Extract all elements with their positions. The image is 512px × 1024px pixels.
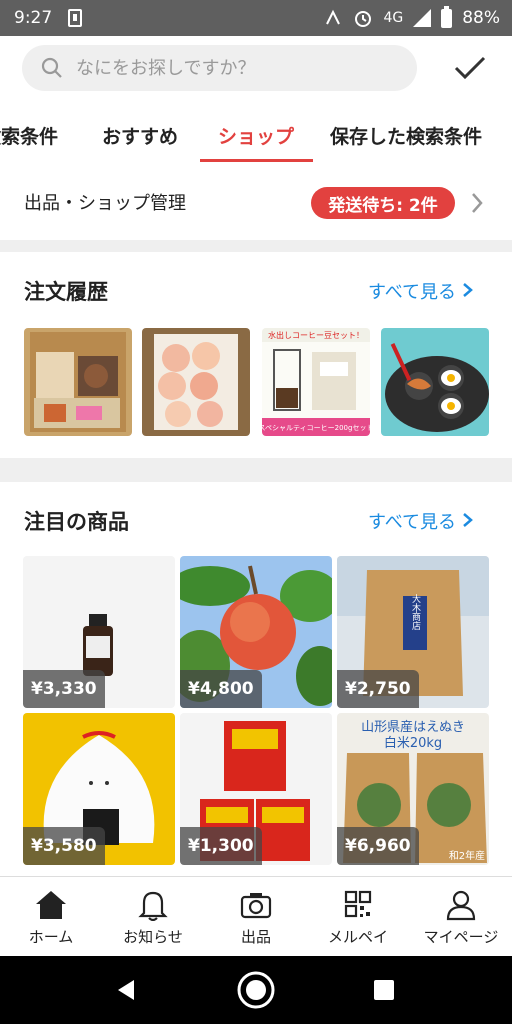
header: 検索条件 おすすめ ショップ 保存した検索条件	[0, 36, 512, 166]
back-icon[interactable]	[114, 978, 138, 1002]
shop-management-label: 出品・ショップ管理	[24, 193, 186, 214]
order-history-section: 注文履歴 すべて見る 水出しコーヒー豆セット！ スペシャルティコーヒー200gセ…	[0, 252, 512, 458]
home-icon	[36, 891, 66, 919]
person-icon	[446, 890, 476, 921]
status-time: 9:27	[14, 8, 53, 28]
qr-code-icon	[344, 890, 372, 918]
product-price: ¥1,300	[180, 827, 262, 865]
egg-pan-image	[381, 328, 489, 436]
see-all-label: すべて見る	[368, 282, 457, 303]
alarm-icon	[355, 11, 372, 27]
search-icon	[41, 57, 62, 78]
sack-label-text: 大木商店	[410, 593, 421, 631]
tab-bar: 検索条件 おすすめ ショップ 保存した検索条件	[0, 106, 512, 164]
rice-footnote: 和2年産	[449, 849, 485, 862]
order-thumbnail[interactable]: 水出しコーヒー豆セット！ スペシャルティコーヒー200gセット	[262, 328, 370, 436]
tab-saved-searches[interactable]: 保存した検索条件	[330, 122, 482, 149]
nav-sell[interactable]: 出品	[205, 877, 307, 957]
featured-see-all[interactable]: すべて見る	[368, 508, 474, 534]
nav-merpay-label: メルペイ	[327, 928, 388, 946]
nav-mypage[interactable]: マイページ	[410, 877, 512, 957]
peaches-image	[142, 328, 250, 436]
featured-items-section: 注目の商品 すべて見る ¥3,330 ¥4,800 大木商店 ¥2,750 ¥3…	[0, 482, 512, 876]
nav-mypage-label: マイページ	[423, 928, 499, 946]
nav-merpay[interactable]: メルペイ	[307, 877, 409, 957]
recents-icon[interactable]	[372, 978, 396, 1002]
product-card[interactable]: ¥3,580	[23, 713, 175, 865]
order-history-see-all[interactable]: すべて見る	[368, 278, 474, 304]
product-price: ¥3,330	[23, 670, 105, 708]
coffee-caption-top: 水出しコーヒー豆セット！	[268, 330, 364, 340]
featured-title: 注目の商品	[24, 510, 129, 534]
product-price: ¥2,750	[337, 670, 419, 708]
battery-percent: 88%	[462, 8, 500, 28]
chevron-right-icon	[462, 283, 473, 297]
product-card[interactable]: ¥1,300	[180, 713, 332, 865]
product-price: ¥4,800	[180, 670, 262, 708]
product-card[interactable]: ¥3,330	[23, 556, 175, 708]
tab-search-conditions[interactable]: 検索条件	[0, 122, 58, 149]
product-card[interactable]: 山形県産はえぬき 白米20kg 和2年産 ¥6,960	[337, 713, 489, 865]
shop-management-row[interactable]: 出品・ショップ管理 発送待ち: 2件	[0, 166, 512, 240]
snacks-image	[24, 328, 132, 436]
pending-shipment-badge: 発送待ち: 2件	[311, 187, 455, 219]
nav-notifications[interactable]: お知らせ	[102, 877, 204, 957]
search-bar[interactable]	[22, 45, 417, 91]
network-label: 4G	[383, 10, 404, 26]
see-all-label: すべて見る	[368, 512, 457, 533]
nav-home-label: ホーム	[28, 928, 74, 946]
battery-icon	[441, 5, 453, 28]
rice-caption-line-1: 山形県産はえぬき	[361, 719, 465, 735]
order-thumbnail[interactable]	[381, 328, 489, 436]
status-bar: 9:27 4G 88%	[0, 0, 512, 36]
nav-notifications-label: お知らせ	[123, 928, 183, 946]
chevron-right-icon	[462, 513, 473, 527]
active-tab-indicator	[200, 159, 313, 162]
bottom-navigation: ホーム お知らせ 出品 メルペイ マイページ	[0, 876, 512, 956]
search-input[interactable]	[76, 57, 386, 79]
system-navigation-bar	[0, 956, 512, 1024]
product-price: ¥3,580	[23, 827, 105, 865]
check-icon[interactable]	[452, 52, 488, 84]
order-thumbnail[interactable]	[24, 328, 132, 436]
nav-sell-label: 出品	[240, 928, 271, 946]
rice-caption-line-2: 白米20kg	[384, 735, 442, 751]
home-button-icon[interactable]	[236, 970, 276, 1010]
cold-brew-coffee-image: 水出しコーヒー豆セット！ スペシャルティコーヒー200gセット	[262, 328, 370, 436]
coffee-caption-bottom: スペシャルティコーヒー200gセット	[262, 424, 370, 432]
order-history-title: 注文履歴	[24, 280, 108, 304]
order-thumbnail[interactable]	[142, 328, 250, 436]
tab-shop[interactable]: ショップ	[218, 122, 294, 149]
bell-icon	[138, 891, 168, 921]
nav-home[interactable]: ホーム	[0, 877, 102, 957]
download-icon	[68, 9, 83, 27]
camera-icon	[240, 893, 272, 919]
product-card[interactable]: ¥4,800	[180, 556, 332, 708]
product-price: ¥6,960	[337, 827, 419, 865]
product-card[interactable]: 大木商店 ¥2,750	[337, 556, 489, 708]
nfc-icon	[326, 9, 341, 25]
tab-recommended[interactable]: おすすめ	[102, 122, 178, 149]
chevron-right-icon	[472, 193, 483, 213]
signal-icon	[413, 9, 432, 27]
